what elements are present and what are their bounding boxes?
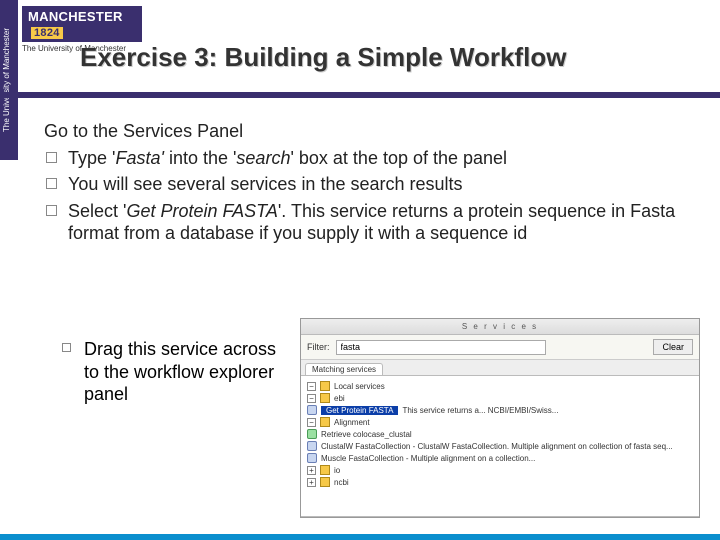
tree-label: io (334, 466, 340, 475)
tree-row-io[interactable]: + io (307, 464, 693, 476)
panel-footer-tabs: Available workflows (301, 516, 699, 518)
tree-label: ClustalW FastaCollection - ClustalW Fast… (321, 442, 673, 451)
bullet-1-text-b: into the ' (164, 148, 236, 168)
bullet-3: Select 'Get Protein FASTA'. This service… (68, 200, 684, 245)
bullet-3-em: Get Protein FASTA (126, 201, 277, 221)
bullet-1-text-a: Type ' (68, 148, 115, 168)
tree-row-muscle[interactable]: Muscle FastaCollection - Multiple alignm… (307, 452, 693, 464)
clear-button[interactable]: Clear (653, 339, 693, 355)
panel-tabs: Matching services (301, 360, 699, 376)
tree-row-get-protein-fasta[interactable]: Get Protein FASTA This service returns a… (307, 404, 693, 416)
title-rule (0, 92, 720, 98)
folder-icon (320, 393, 330, 403)
brand-sidebar: The University of Manchester (0, 0, 18, 160)
footer-bar (0, 534, 720, 540)
services-tree[interactable]: − Local services − ebi Get Protein FASTA… (301, 376, 699, 516)
bullet-list: Type 'Fasta' into the 'search' box at th… (44, 147, 684, 245)
tree-row-clustalw[interactable]: ClustalW FastaCollection - ClustalW Fast… (307, 440, 693, 452)
folder-icon (320, 381, 330, 391)
folder-icon (320, 477, 330, 487)
tree-row-local[interactable]: − Local services (307, 380, 693, 392)
expander-icon[interactable]: − (307, 418, 316, 427)
bullet-1-em-a: Fasta' (115, 148, 163, 168)
tree-label: ncbi (334, 478, 349, 487)
tree-label: ebi (334, 394, 345, 403)
tab-matching-services[interactable]: Matching services (305, 363, 383, 375)
services-panel: S e r v i c e s Filter: Clear Matching s… (300, 318, 700, 518)
tree-label: Muscle FastaCollection - Multiple alignm… (321, 454, 535, 463)
logo-main: MANCHESTER 1824 (22, 6, 142, 42)
tree-label: Alignment (334, 418, 370, 427)
tree-row-ncbi[interactable]: + ncbi (307, 476, 693, 488)
filter-input[interactable] (336, 340, 546, 355)
service-icon (307, 453, 317, 463)
tree-label-selected: Get Protein FASTA (321, 406, 398, 415)
page-title: Exercise 3: Building a Simple Workflow (80, 42, 680, 73)
bullet-1: Type 'Fasta' into the 'search' box at th… (68, 147, 684, 170)
expander-icon[interactable]: − (307, 382, 316, 391)
expander-icon[interactable]: + (307, 478, 316, 487)
folder-icon (320, 465, 330, 475)
bullet-1-em-b: search (236, 148, 290, 168)
bullet-3-text-a: Select ' (68, 201, 126, 221)
drag-text: Drag this service across to the workflow… (84, 339, 276, 404)
folder-icon (320, 417, 330, 427)
service-icon (307, 441, 317, 451)
panel-title: S e r v i c e s (301, 319, 699, 335)
body-text: Go to the Services Panel Type 'Fasta' in… (44, 120, 684, 249)
tree-label-desc: This service returns a... NCBI/EMBI/Swis… (402, 406, 558, 415)
bullet-1-text-c: ' box at the top of the panel (290, 148, 507, 168)
tree-row-alignment[interactable]: − Alignment (307, 416, 693, 428)
expander-icon[interactable]: − (307, 394, 316, 403)
slide: The University of Manchester MANCHESTER … (0, 0, 720, 540)
bullet-square-icon (62, 343, 71, 352)
db-icon (307, 429, 317, 439)
tree-row-ebi[interactable]: − ebi (307, 392, 693, 404)
lead-line: Go to the Services Panel (44, 120, 684, 143)
panel-filter-row: Filter: Clear (301, 335, 699, 360)
bullet-2: You will see several services in the sea… (68, 173, 684, 196)
filter-label: Filter: (307, 342, 330, 352)
logo-year: 1824 (31, 27, 63, 39)
tree-row-retrieve[interactable]: Retrieve colocase_clustal (307, 428, 693, 440)
logo-text: MANCHESTER (28, 9, 123, 24)
expander-icon[interactable]: + (307, 466, 316, 475)
tree-label: Retrieve colocase_clustal (321, 430, 412, 439)
tree-label: Local services (334, 382, 385, 391)
drag-bullet: Drag this service across to the workflow… (54, 338, 284, 406)
service-icon (307, 405, 317, 415)
